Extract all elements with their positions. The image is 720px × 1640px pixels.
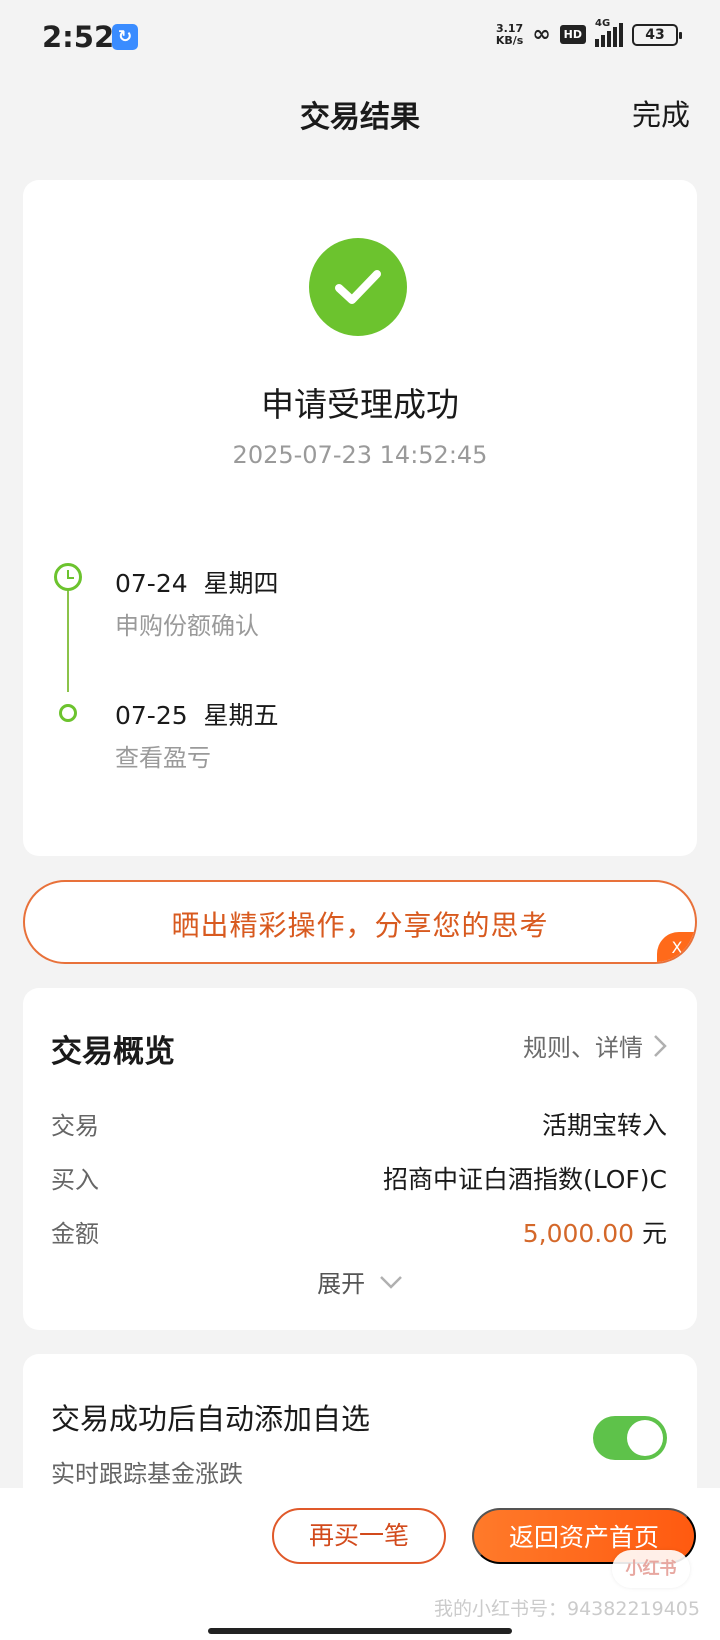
network-type: 4G <box>595 17 611 29</box>
amount-value: 5,000.00 元 <box>523 1214 667 1250</box>
chevron-down-icon <box>379 1275 402 1289</box>
expand-label: 展开 <box>317 1270 366 1298</box>
timeline-date-2: 07-25 星期五 <box>115 701 279 730</box>
auto-add-subtitle: 实时跟踪基金涨跌 <box>51 1460 243 1488</box>
bottom-action-bar: 再买一笔 返回资产首页 小红书 我的小红书号：94382219405 <box>0 1488 720 1640</box>
result-timestamp: 2025-07-23 14:52:45 <box>232 441 488 469</box>
app-notification-icon: ↻ <box>112 24 138 50</box>
network-speed-value: 3.17 <box>496 21 524 35</box>
auto-add-toggle[interactable] <box>593 1416 667 1460</box>
network-speed: 3.17 KB/s <box>495 21 524 47</box>
status-icons: 3.17 KB/s ∞ HD 4G 43 <box>495 18 682 47</box>
battery-icon: 43 <box>632 23 682 46</box>
done-button[interactable]: 完成 <box>632 92 690 134</box>
network-speed-unit: KB/s <box>495 33 524 47</box>
timeline-date-1: 07-24 星期四 <box>115 569 279 598</box>
overview-title: 交易概览 <box>51 1034 175 1070</box>
hd-badge: HD <box>559 25 586 44</box>
watermark-logo: 小红书 <box>612 1550 690 1588</box>
page-title: 交易结果 <box>300 100 420 135</box>
share-banner-text: 晒出精彩操作，分享您的思考 <box>171 909 549 942</box>
buy-again-button[interactable]: 再买一笔 <box>272 1508 446 1564</box>
status-time: 2:52 <box>42 20 115 54</box>
clock-icon <box>54 563 82 591</box>
expand-button[interactable]: 展开 <box>23 1264 697 1299</box>
rules-details-link[interactable]: 规则、详情 <box>523 1028 667 1063</box>
trade-type-value: 活期宝转入 <box>541 1111 667 1140</box>
rules-details-label: 规则、详情 <box>523 1034 643 1062</box>
trade-type-label: 交易 <box>51 1112 99 1140</box>
watermark-text: 我的小红书号：94382219405 <box>434 1598 700 1620</box>
result-card: 申请受理成功 2025-07-23 14:52:45 07-24 星期四 申购份… <box>23 180 697 856</box>
home-indicator[interactable] <box>208 1628 512 1634</box>
chevron-right-icon <box>654 1034 667 1057</box>
trade-overview-card: 交易概览 规则、详情 交易 活期宝转入 买入 招商中证白酒指数(LOF)C 金额… <box>23 988 697 1330</box>
share-banner[interactable]: 晒出精彩操作，分享您的思考 X <box>23 880 697 964</box>
nav-bar: 交易结果 完成 <box>0 80 720 146</box>
link-icon: ∞ <box>532 22 551 47</box>
timeline-dot-icon <box>59 704 77 722</box>
toggle-knob <box>627 1420 663 1456</box>
amount-label: 金额 <box>51 1220 99 1248</box>
amount-unit: 元 <box>634 1219 667 1248</box>
buy-fund-label: 买入 <box>51 1166 99 1194</box>
result-title: 申请受理成功 <box>261 385 459 424</box>
status-bar: 2:52 ↻ 3.17 KB/s ∞ HD 4G 43 <box>0 0 720 80</box>
timeline-desc-1: 申购份额确认 <box>115 612 259 640</box>
amount-number: 5,000.00 <box>522 1219 635 1248</box>
timeline-line <box>67 574 69 692</box>
success-check-icon <box>309 238 407 336</box>
signal-icon: 4G <box>595 18 623 47</box>
buy-fund-value: 招商中证白酒指数(LOF)C <box>382 1165 667 1194</box>
auto-add-title: 交易成功后自动添加自选 <box>51 1402 371 1436</box>
timeline-desc-2: 查看盈亏 <box>115 744 211 772</box>
